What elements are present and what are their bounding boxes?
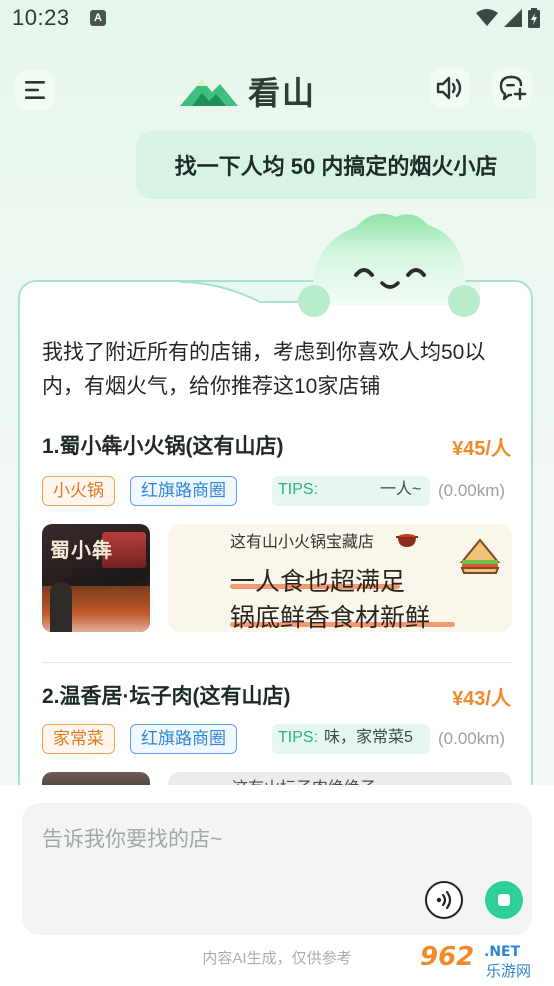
status-icons (476, 8, 540, 28)
a-letter-icon: A (90, 10, 106, 26)
voice-input-icon (436, 890, 452, 910)
store-1-category-tag: 小火锅 (42, 476, 115, 506)
store-2-area-tag: 红旗路商圈 (130, 724, 237, 754)
store-1-promo-banner[interactable]: 这有山小火锅宝藏店 一人食也超满足 锅底鲜香食材新鲜 (168, 524, 512, 632)
mascot-mountain-character (298, 213, 480, 317)
watermark-text: 乐游网 (486, 962, 531, 980)
speaker-icon (436, 76, 462, 100)
store-1-title[interactable]: 1.蜀小犇小火锅(这有山店) (42, 430, 284, 460)
reply-intro: 我找了附近所有的店铺，考虑到你喜欢人均50以内，有烟火气，给你推荐这10家店铺 (42, 341, 486, 398)
promo-line-1: 一人食也超满足 (230, 568, 406, 596)
store-2-tips-tag: TIPS: 味，家常菜5 (272, 724, 430, 754)
new-chat-icon (499, 75, 527, 101)
app-name: 看山 (248, 74, 317, 112)
new-chat-button[interactable] (492, 68, 532, 108)
store-1-tips-text: 一人~ (380, 481, 422, 498)
store-2-tips-text: 味，家常菜5 (324, 729, 413, 746)
user-message-bubble: 找一下人均 50 内搞定的烟火小店 (136, 131, 536, 199)
store-1-tips-label: TIPS: (278, 481, 319, 498)
store-1-tips-tag: TIPS: 一人~ (272, 476, 430, 506)
sound-button[interactable] (430, 68, 470, 108)
promo-subtitle: 这有山小火锅宝藏店 (230, 534, 375, 551)
mountain-logo-icon (180, 80, 238, 106)
user-message-text: 找一下人均 50 内搞定的烟火小店 (174, 154, 498, 179)
input-panel: 告诉我你要找的店~ 内容AI生成，仅供参考 962 .NET 乐游网 (0, 785, 554, 986)
store-2-tips-label: TIPS: (278, 729, 319, 746)
input-placeholder: 告诉我你要找的店~ (42, 828, 223, 851)
store-1-price: ¥45/人 (452, 438, 511, 460)
battery-icon (528, 8, 540, 28)
menu-icon (25, 81, 45, 99)
signal-icon (504, 9, 522, 27)
stop-icon (498, 894, 510, 906)
app-logo: 看山 (178, 68, 316, 114)
watermark-suffix: .NET (484, 944, 521, 960)
watermark-number: 962 (420, 942, 474, 972)
store-1-area-tag: 红旗路商圈 (130, 476, 237, 506)
item-divider (42, 662, 512, 663)
app-header: 看山 (0, 60, 554, 120)
store-2-price: ¥43/人 (452, 688, 511, 710)
stop-button[interactable] (485, 881, 523, 919)
store-1-photo[interactable]: 蜀小犇 (42, 524, 150, 632)
message-input[interactable]: 告诉我你要找的店~ (22, 803, 532, 935)
promo-line-2: 锅底鲜香食材新鲜 (230, 604, 431, 632)
store-2-distance: (0.00km) (438, 729, 506, 748)
wifi-icon (476, 9, 498, 26)
status-bar: 10:23 A (0, 0, 554, 40)
sandwich-icon (459, 538, 501, 574)
menu-button[interactable] (15, 70, 55, 110)
store-2-title[interactable]: 2.温香居·坛子肉(这有山店) (42, 680, 291, 710)
photo-sign: 蜀小犇 (50, 538, 113, 562)
assistant-reply-card: 我找了附近所有的店铺，考虑到你喜欢人均50以内，有烟火气，给你推荐这10家店铺 … (18, 280, 533, 800)
pot-icon (396, 534, 418, 547)
watermark-logo: 962 .NET 乐游网 (414, 938, 548, 982)
status-time: 10:23 (12, 5, 70, 30)
store-1-distance: (0.00km) (438, 481, 506, 500)
store-2-category-tag: 家常菜 (42, 724, 115, 754)
voice-input-button[interactable] (425, 881, 463, 919)
photo-person (50, 582, 72, 632)
